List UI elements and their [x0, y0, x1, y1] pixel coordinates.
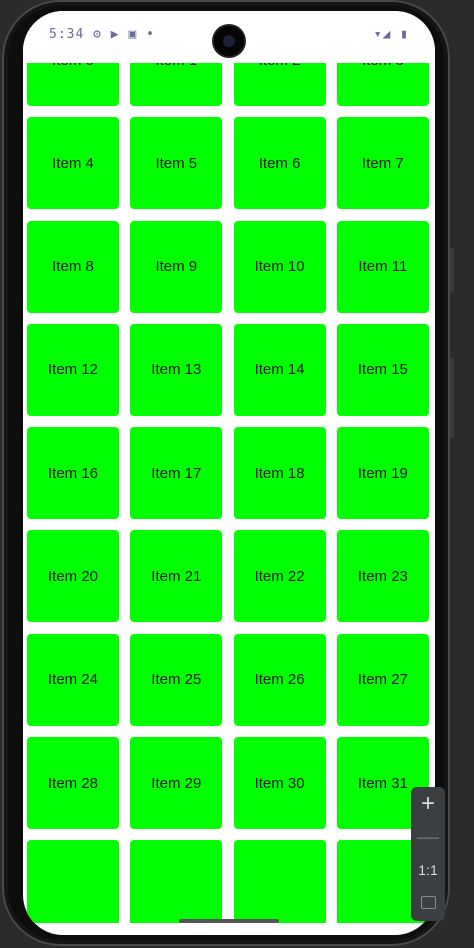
zoom-out-button[interactable]: —: [411, 820, 445, 853]
grid-item[interactable]: Item 15: [336, 323, 429, 416]
grid-item[interactable]: Item 19: [336, 427, 429, 520]
grid-item[interactable]: Item 3: [336, 63, 429, 106]
grid-item[interactable]: Item 29: [130, 737, 223, 830]
fit-screen-icon[interactable]: [411, 886, 445, 919]
grid-item[interactable]: Item 24: [27, 633, 119, 726]
device-screen: 5:34 ⚙ ▶ ▣ • ▾◢ ▮ Item 0Item 1Item 2Item…: [23, 11, 435, 935]
grid-item[interactable]: [27, 840, 119, 923]
zoom-in-button[interactable]: +: [411, 787, 445, 820]
grid-item[interactable]: [233, 840, 326, 923]
grid-item[interactable]: Item 23: [336, 530, 429, 623]
grid-item[interactable]: Item 4: [27, 117, 119, 210]
item-grid: Item 0Item 1Item 2Item 3Item 4Item 5Item…: [27, 63, 429, 923]
grid-item[interactable]: Item 5: [130, 117, 223, 210]
grid-item[interactable]: Item 2: [233, 63, 326, 106]
grid-item[interactable]: Item 0: [27, 63, 119, 106]
grid-item[interactable]: Item 27: [336, 633, 429, 726]
grid-item[interactable]: Item 10: [233, 220, 326, 313]
grid-item[interactable]: Item 26: [233, 633, 326, 726]
grid-item[interactable]: Item 8: [27, 220, 119, 313]
grid-item[interactable]: Item 28: [27, 737, 119, 830]
grid-item[interactable]: Item 1: [130, 63, 223, 106]
grid-item[interactable]: Item 17: [130, 427, 223, 520]
grid-item[interactable]: Item 14: [233, 323, 326, 416]
grid-item[interactable]: [130, 840, 223, 923]
status-bar-left: 5:34 ⚙ ▶ ▣ •: [49, 27, 155, 42]
grid-item[interactable]: Item 16: [27, 427, 119, 520]
emulator-zoom-panel: + — 1:1: [411, 787, 445, 921]
grid-item[interactable]: Item 25: [130, 633, 223, 726]
grid-item[interactable]: Item 21: [130, 530, 223, 623]
power-button: [450, 248, 454, 292]
grid-item[interactable]: Item 6: [233, 117, 326, 210]
actual-size-button[interactable]: 1:1: [411, 853, 445, 886]
grid-scroll-area[interactable]: Item 0Item 1Item 2Item 3Item 4Item 5Item…: [23, 63, 435, 923]
volume-button: [450, 358, 454, 438]
grid-item[interactable]: Item 30: [233, 737, 326, 830]
grid-item[interactable]: Item 11: [336, 220, 429, 313]
grid-item[interactable]: Item 13: [130, 323, 223, 416]
grid-item[interactable]: Item 22: [233, 530, 326, 623]
grid-item[interactable]: Item 18: [233, 427, 326, 520]
front-camera-icon: [214, 26, 244, 56]
device-frame: 5:34 ⚙ ▶ ▣ • ▾◢ ▮ Item 0Item 1Item 2Item…: [2, 0, 454, 946]
status-bar-right: ▾◢ ▮: [373, 27, 409, 42]
grid-item[interactable]: Item 12: [27, 323, 119, 416]
status-bar: 5:34 ⚙ ▶ ▣ • ▾◢ ▮: [23, 11, 435, 63]
home-indicator[interactable]: [179, 919, 279, 923]
grid-item[interactable]: Item 7: [336, 117, 429, 210]
grid-item[interactable]: Item 20: [27, 530, 119, 623]
grid-item[interactable]: Item 9: [130, 220, 223, 313]
